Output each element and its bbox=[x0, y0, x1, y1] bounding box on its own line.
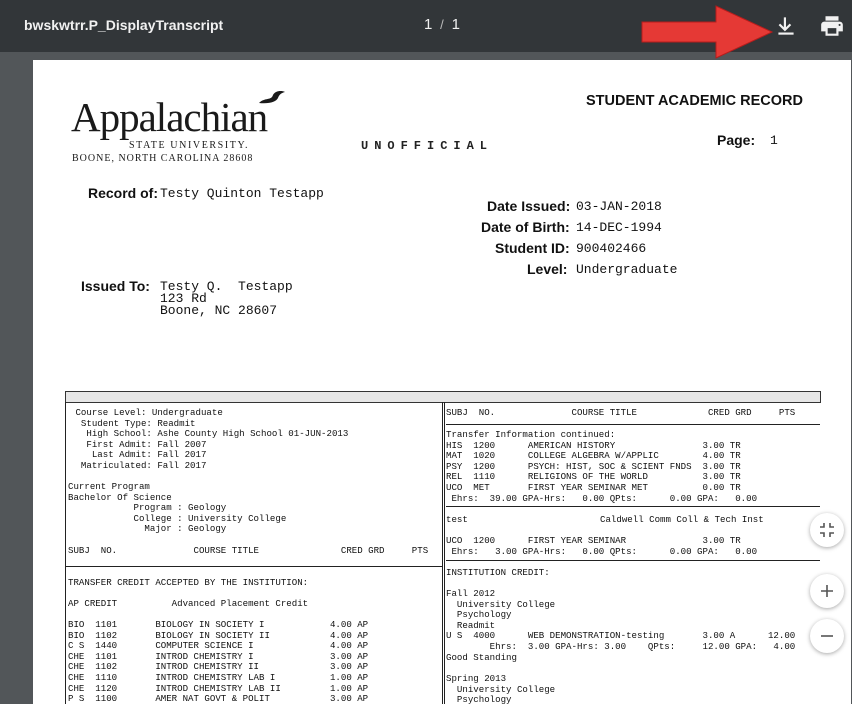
unofficial-watermark: UNOFFICIAL bbox=[361, 139, 494, 153]
dob-value: 14-DEC-1994 bbox=[576, 220, 662, 235]
table-row: BIO 1101 BIOLOGY IN SOCIETY I 4.00 AP bbox=[68, 619, 369, 630]
print-icon bbox=[821, 16, 843, 36]
logo-subtitle: STATE UNIVERSITY. bbox=[129, 140, 250, 151]
transfer-totals: Ehrs: 39.00 GPA-Hrs: 0.00 QPts: 0.00 GPA… bbox=[446, 492, 758, 504]
test-credit-institution: Caldwell Comm Coll & Tech Inst bbox=[600, 514, 764, 525]
university-logo: Appalachian STATE UNIVERSITY. BOONE, NOR… bbox=[71, 91, 285, 164]
dob-label: Date of Birth: bbox=[481, 219, 570, 235]
table-row: UCO 1200 FIRST YEAR SEMINAR 3.00 TR bbox=[446, 535, 741, 546]
issued-to-address-2: Boone, NC 28607 bbox=[160, 303, 278, 318]
right-header-rule bbox=[446, 424, 820, 425]
current-page[interactable]: 1 bbox=[424, 16, 432, 33]
issued-to-label: Issued To: bbox=[81, 278, 150, 294]
transfer-continued-heading: Transfer Information continued: bbox=[446, 429, 616, 440]
level-label: Level: bbox=[527, 261, 568, 277]
document-title: bwskwtrr.P_DisplayTranscript bbox=[24, 17, 224, 33]
institution-credit-heading: INSTITUTION CREDIT: bbox=[446, 567, 550, 578]
date-issued-label: Date Issued: bbox=[487, 198, 571, 214]
table-row: P S 1100 AMER NAT GOVT & POLIT 3.00 AP bbox=[68, 693, 369, 704]
fit-page-icon bbox=[820, 523, 834, 537]
left-header-rule bbox=[65, 566, 443, 567]
academic-standing: Good Standing bbox=[446, 651, 517, 663]
bird-icon bbox=[259, 91, 285, 104]
page-number: 1 bbox=[770, 133, 778, 148]
left-column-header: SUBJ NO. COURSE TITLE CRED GRD PTS bbox=[68, 545, 429, 556]
term-spring-2013: Spring 2013 University College Psycholog… bbox=[446, 673, 556, 704]
print-button[interactable] bbox=[819, 13, 845, 39]
total-pages: 1 bbox=[451, 16, 460, 33]
term-fall-2012-totals: Ehrs: 3.00 GPA-Hrs: 3.00 QPts: 12.00 GPA… bbox=[446, 641, 796, 652]
right-column-header: SUBJ NO. COURSE TITLE CRED GRD PTS bbox=[446, 407, 796, 418]
fit-to-page-button[interactable] bbox=[810, 513, 844, 547]
record-title: STUDENT ACADEMIC RECORD bbox=[586, 93, 803, 109]
transfer-section-rule bbox=[446, 506, 820, 507]
page-separator: / bbox=[440, 17, 444, 32]
date-issued-value: 03-JAN-2018 bbox=[576, 199, 662, 214]
current-program-block: Current Program Bachelor Of Science Prog… bbox=[68, 481, 287, 535]
page-label: Page: bbox=[717, 132, 756, 148]
page-indicator: 1 / 1 bbox=[424, 16, 460, 33]
minus-icon bbox=[821, 635, 833, 637]
table-row: CHE 1110 INTROD CHEMISTRY LAB I 1.00 AP bbox=[68, 671, 369, 683]
test-totals: Ehrs: 3.00 GPA-Hrs: 0.00 QPts: 0.00 GPA:… bbox=[446, 545, 758, 557]
level-value: Undergraduate bbox=[576, 262, 678, 277]
test-section-rule bbox=[446, 560, 820, 561]
student-info-block: Course Level: Undergraduate Student Type… bbox=[75, 407, 349, 471]
term-fall-2012: Fall 2012 University College Psychology … bbox=[446, 588, 556, 631]
zoom-in-button[interactable] bbox=[810, 574, 844, 608]
plus-icon bbox=[821, 585, 833, 597]
transcript-columns: Course Level: Undergraduate Student Type… bbox=[65, 402, 820, 704]
transfer-credit-heading: TRANSFER CREDIT ACCEPTED BY THE INSTITUT… bbox=[68, 577, 309, 588]
student-id-value: 900402466 bbox=[576, 241, 647, 256]
record-of-value: Testy Quinton Testapp bbox=[160, 186, 324, 201]
student-id-label: Student ID: bbox=[495, 240, 570, 256]
zoom-out-button[interactable] bbox=[810, 619, 844, 653]
ap-course-list: BIO 1101 BIOLOGY IN SOCIETY I 4.00 AP BI… bbox=[68, 619, 369, 704]
red-arrow-annotation bbox=[641, 5, 774, 59]
table-row: UCO MET FIRST YEAR SEMINAR MET 0.00 TR bbox=[446, 481, 741, 493]
record-of-label: Record of: bbox=[88, 185, 158, 201]
ap-credit-heading: AP CREDIT Advanced Placement Credit bbox=[68, 598, 309, 609]
logo-city: BOONE, NORTH CAROLINA 28608 bbox=[72, 153, 254, 164]
pdf-page: Appalachian STATE UNIVERSITY. BOONE, NOR… bbox=[33, 60, 851, 704]
transfer-course-list: HIS 1200 AMERICAN HISTORY 3.00 TR MAT 10… bbox=[446, 440, 758, 505]
test-credit-label: test bbox=[446, 514, 468, 525]
logo-wordmark: Appalachian bbox=[71, 94, 268, 140]
